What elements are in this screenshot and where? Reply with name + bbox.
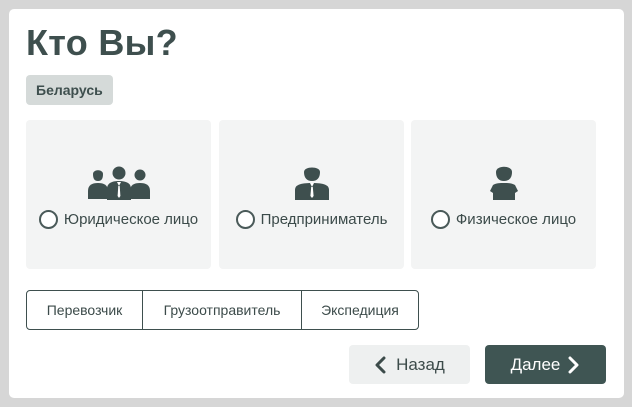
next-button-label: Далее [510, 354, 561, 374]
country-badge[interactable]: Беларусь [26, 75, 113, 105]
page-title: Кто Вы? [26, 22, 178, 63]
radio-legal-entity[interactable] [38, 210, 58, 229]
businessman-icon [219, 160, 404, 200]
entity-label-entrepreneur: Предприниматель [260, 211, 388, 228]
entity-option-legal[interactable]: Юридическое лицо [26, 210, 211, 229]
role-shipper[interactable]: Грузоотправитель [143, 291, 302, 329]
entity-option-entrepreneur[interactable]: Предприниматель [219, 210, 404, 229]
chevron-left-icon [374, 356, 386, 374]
role-carrier[interactable]: Перевозчик [27, 291, 143, 329]
role-forwarding[interactable]: Экспедиция [302, 291, 418, 329]
registration-panel: Кто Вы? Беларусь Юридическое лицо Предпр… [9, 9, 624, 398]
radio-entrepreneur[interactable] [235, 210, 255, 229]
entity-card-legal[interactable]: Юридическое лицо [26, 120, 211, 269]
chevron-right-icon [568, 356, 580, 374]
entity-option-individual[interactable]: Физическое лицо [411, 210, 596, 229]
radio-individual[interactable] [430, 210, 450, 229]
entity-label-legal: Юридическое лицо [63, 211, 199, 228]
entity-card-individual[interactable]: Физическое лицо [411, 120, 596, 269]
back-button-label: Назад [396, 354, 445, 374]
entity-label-individual: Физическое лицо [455, 211, 577, 228]
back-button[interactable]: Назад [349, 345, 470, 384]
next-button[interactable]: Далее [485, 345, 606, 384]
entity-card-entrepreneur[interactable]: Предприниматель [219, 120, 404, 269]
person-icon [411, 160, 596, 200]
role-selector: Перевозчик Грузоотправитель Экспедиция [26, 290, 419, 330]
group-of-people-icon [26, 160, 211, 200]
